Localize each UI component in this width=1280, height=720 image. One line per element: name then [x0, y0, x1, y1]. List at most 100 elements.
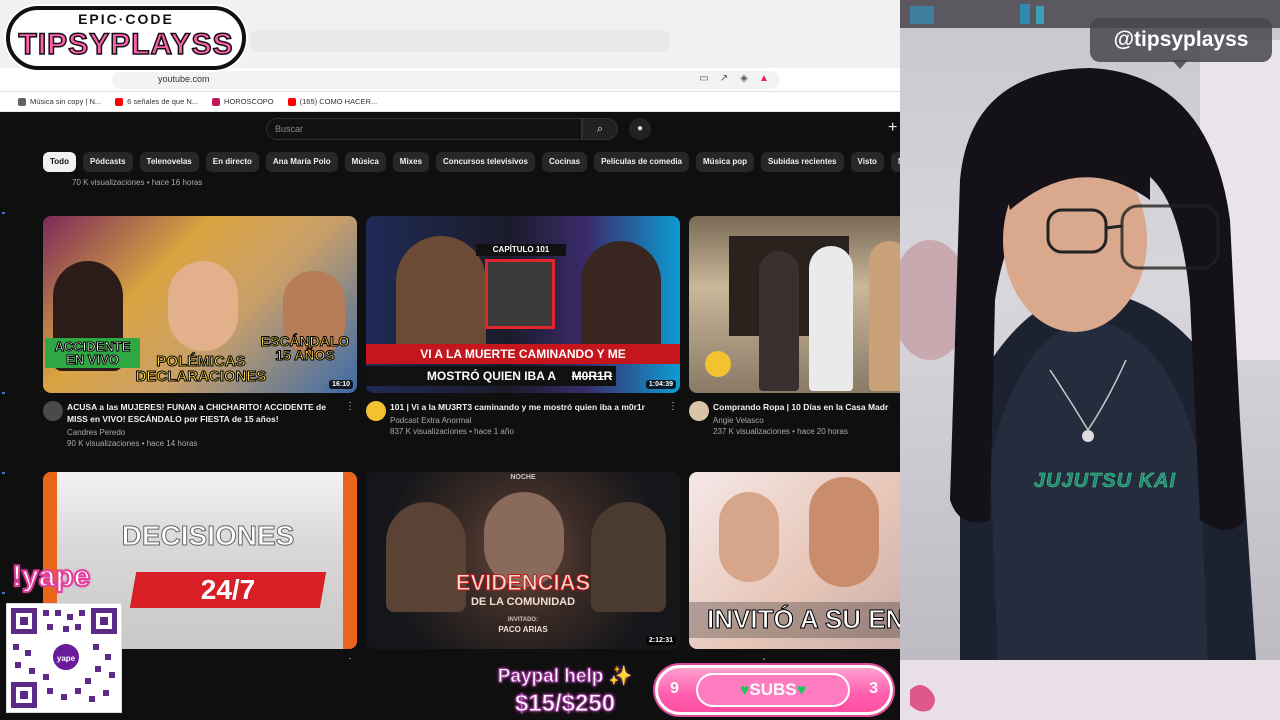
thumbnail-person	[809, 477, 879, 587]
thumbnail-text: EVIDENCIAS	[455, 570, 591, 595]
subs-count-left: 9	[670, 680, 679, 697]
filter-chip[interactable]: Películas de comedia	[594, 152, 690, 172]
video-thumbnail[interactable]: INVITÓ A SU EN	[689, 472, 900, 649]
filter-chip[interactable]: Todo	[43, 152, 76, 172]
more-options-icon[interactable]: ⋮	[345, 401, 355, 412]
thumbnail-text: INVITADO:	[507, 617, 539, 623]
paypal-amount: $15/$250	[514, 690, 616, 718]
channel-logo: EPIC·CODE TIPSYPLAYSS	[6, 6, 246, 70]
shield-icon[interactable]: ◈	[738, 73, 750, 85]
microphone-icon[interactable]: ●	[629, 118, 651, 140]
video-duration: 2:12:31	[645, 636, 676, 645]
heart-icon: ♥	[796, 682, 807, 699]
thumbnail-text: 24/7	[200, 574, 256, 605]
filter-chip[interactable]: Ana María Polo	[265, 152, 338, 172]
shirt-text: JUJUTSU KAI	[1033, 470, 1177, 493]
filter-chips: Todo Pódcasts Telenovelas En directo Ana Mar…	[43, 152, 900, 172]
heart-icon: ♥	[739, 682, 750, 699]
logo-title: TIPSYPLAYSS	[18, 27, 234, 62]
video-thumbnail[interactable]	[689, 216, 900, 393]
bookmark-item[interactable]: (165) COMO HACER...	[287, 97, 378, 106]
filter-chip[interactable]: Pódcasts	[82, 152, 133, 172]
channel-name[interactable]: Candres Peredo	[67, 428, 343, 437]
video-meta: 837 K visualizaciones • hace 1 año	[390, 427, 514, 436]
more-options-icon[interactable]: ⋮	[668, 401, 678, 412]
youtube-masthead: Buscar ⌕ ● +	[0, 112, 900, 146]
favicon-icon	[18, 97, 26, 106]
handle-tail	[1172, 60, 1188, 69]
video-meta: 90 K visualizaciones • hace 14 horas	[67, 439, 198, 448]
video-info: ACUSA a las MUJERES! FUNAN a CHICHARITO!…	[43, 401, 357, 448]
filter-chip[interactable]: En directo	[205, 152, 259, 172]
video-title[interactable]: ACUSA a las MUJERES! FUNAN a CHICHARITO!…	[67, 401, 343, 425]
video-duration: 1:04:39	[645, 380, 676, 389]
video-thumbnail[interactable]: CAPÍTULO 101 VI A LA MUERTE CAMINANDO Y …	[366, 216, 680, 393]
thumbnail-text: DECISIONES	[121, 520, 295, 551]
thumbnail-text: M0R1R	[571, 369, 613, 383]
video-card[interactable]: NOCHE EVIDENCIAS DE LA COMUNIDAD INVITAD…	[366, 472, 680, 669]
thumbnail-person	[759, 251, 799, 391]
paypal-label: Paypal help ✨	[497, 666, 633, 688]
bookmark-item[interactable]: HOROSCOPO	[212, 97, 274, 106]
video-title[interactable]: Comprando Ropa | 10 Días en la Casa Madr	[713, 401, 900, 413]
cast-icon[interactable]: ▭	[698, 73, 710, 85]
sidebar-marker	[2, 592, 5, 594]
filter-chip[interactable]: Mixes	[392, 152, 430, 172]
filter-chip[interactable]: Concursos televisivos	[436, 152, 535, 172]
create-icon[interactable]: +	[888, 120, 897, 136]
streamer-handle: @tipsyplayss	[1090, 18, 1272, 62]
video-thumbnail[interactable]: NOCHE EVIDENCIAS DE LA COMUNIDAD INVITAD…	[366, 472, 680, 649]
video-card[interactable]: Comprando Ropa | 10 Días en la Casa Madr…	[689, 216, 900, 436]
filter-chip[interactable]: Cocinas	[541, 152, 588, 172]
yape-label: !yape	[11, 559, 91, 594]
filter-chip[interactable]: Visto	[850, 152, 884, 172]
bookmark-item[interactable]: Música sin copy | N...	[18, 97, 101, 106]
search-icon[interactable]: ⌕	[582, 118, 618, 140]
previous-row-meta: 70 K visualizaciones • hace 16 horas	[72, 178, 203, 187]
bookmark-label: 6 señales de que N...	[127, 97, 199, 106]
thumbnail-text: VI A LA MUERTE CAMINANDO Y ME	[366, 344, 680, 364]
thumbnail-text: NOCHE	[510, 474, 536, 481]
url-field[interactable]	[112, 71, 780, 89]
filter-chip[interactable]: Nov	[890, 152, 900, 172]
video-card[interactable]: INVITÓ A SU EN Alana INVITÓ a Adrián Mar…	[689, 472, 900, 669]
thumbnail-text: INVITÓ A SU EN	[689, 602, 900, 638]
thumbnail-text: CAPÍTULO 101	[476, 244, 566, 256]
warning-icon[interactable]: ▲	[758, 73, 770, 85]
youtube-page: Buscar ⌕ ● + Todo Pódcasts Telenovelas En d…	[0, 112, 900, 720]
search-input[interactable]: Buscar	[266, 118, 582, 140]
channel-avatar[interactable]	[43, 401, 63, 421]
video-thumbnail[interactable]: ACCIDENTE EN VIVO POLÉMICAS DECLARACIONE…	[43, 216, 357, 393]
filter-chip[interactable]: Música pop	[696, 152, 755, 172]
filter-chip[interactable]: Subidas recientes	[761, 152, 844, 172]
thumbnail-badge	[705, 351, 731, 377]
thumbnail-person	[869, 241, 900, 391]
video-meta: 237 K visualizaciones • hace 20 horas	[713, 427, 848, 436]
thumbnail-text: PACO ARIAS	[498, 625, 548, 634]
video-title[interactable]: 101 | Vi a la MU3RT3 caminando y me most…	[390, 401, 666, 413]
subs-pill: ♥SUBS♥	[696, 673, 850, 707]
subs-label: SUBS	[749, 680, 797, 699]
channel-name[interactable]: Podcast Extra Anormal	[390, 416, 666, 425]
thumbnail-person	[581, 241, 661, 361]
bookmark-item[interactable]: 6 señales de que N...	[115, 97, 198, 106]
stream-layout: ☐ ⇋ youtube.com ▭ ↗ ◈ ▲ Música sin copy …	[0, 0, 1280, 720]
channel-name[interactable]: Angie Velasco	[713, 416, 900, 425]
channel-avatar[interactable]	[689, 401, 709, 421]
thumbnail-person	[591, 502, 666, 612]
thumbnail-person	[809, 246, 853, 391]
channel-avatar[interactable]	[366, 401, 386, 421]
filter-chip[interactable]: Música	[344, 152, 386, 172]
video-card[interactable]: ACCIDENTE EN VIVO POLÉMICAS DECLARACIONE…	[43, 216, 357, 448]
video-card[interactable]: CAPÍTULO 101 VI A LA MUERTE CAMINANDO Y …	[366, 216, 680, 436]
share-icon[interactable]: ↗	[718, 73, 730, 85]
browser-address-bar: ☐ ⇋ youtube.com ▭ ↗ ◈ ▲	[0, 68, 900, 92]
browser-window: ☐ ⇋ youtube.com ▭ ↗ ◈ ▲ Música sin copy …	[0, 0, 900, 720]
sidebar-marker	[2, 212, 5, 214]
video-info: Comprando Ropa | 10 Días en la Casa Madr…	[689, 401, 900, 436]
filter-chip[interactable]: Telenovelas	[139, 152, 199, 172]
bookmark-label: (165) COMO HACER...	[299, 97, 378, 106]
bookmark-label: HOROSCOPO	[224, 97, 274, 106]
browser-tab-strip[interactable]	[250, 30, 670, 52]
webcam-person	[900, 0, 1280, 720]
